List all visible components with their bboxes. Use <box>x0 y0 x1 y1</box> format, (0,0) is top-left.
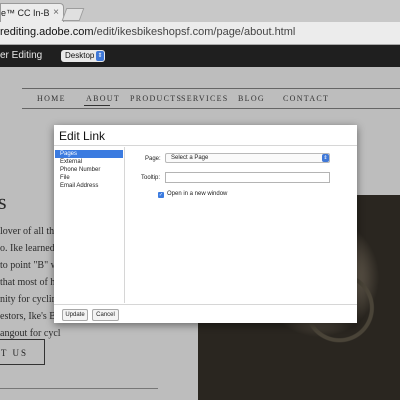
body-line: that most of h <box>0 277 56 288</box>
page-select-value: Select a Page <box>171 155 209 161</box>
section-divider <box>0 388 158 389</box>
nav-bottom-rule <box>22 108 400 109</box>
nav-item-blog[interactable]: BLOG <box>238 94 265 103</box>
cancel-button[interactable]: Cancel <box>92 309 119 321</box>
view-mode-select[interactable]: Desktop ⇕ <box>61 50 105 62</box>
link-type-email[interactable]: Email Address <box>55 182 123 190</box>
body-line: to point "B" w <box>0 260 58 271</box>
section-heading: s <box>0 189 7 214</box>
body-line: nity for cycling <box>0 294 62 305</box>
editor-toolbar: er Editing Desktop ⇕ <box>0 45 400 67</box>
browser-tab-bar: e™ CC In-Br × <box>0 0 400 23</box>
url-host: rediting.adobe.com <box>0 26 94 38</box>
update-button[interactable]: Update <box>62 309 88 321</box>
link-type-pages[interactable]: Pages <box>55 150 123 158</box>
new-window-label: Open in a new window <box>167 191 228 197</box>
editor-title: er Editing <box>0 50 43 61</box>
nav-item-services[interactable]: SERVICES <box>181 94 229 103</box>
body-line: lover of all th <box>0 226 55 237</box>
page-select[interactable]: Select a Page ⇕ <box>165 153 330 163</box>
contact-us-button[interactable]: T US <box>0 339 45 365</box>
select-arrows-icon: ⇕ <box>322 154 329 162</box>
link-type-file[interactable]: File <box>55 174 123 182</box>
link-type-list: Pages External Phone Number File Email A… <box>55 147 125 303</box>
new-window-checkbox[interactable]: ✓ <box>158 192 164 198</box>
nav-top-rule <box>22 88 400 89</box>
url-text[interactable]: rediting.adobe.com/edit/ikesbikeshopsf.c… <box>0 25 295 39</box>
nav-active-underline <box>84 105 110 106</box>
browser-tab-title: e™ CC In-Br <box>1 8 49 18</box>
tooltip-input[interactable] <box>165 172 330 183</box>
dialog-footer-divider <box>54 304 357 305</box>
new-tab-button[interactable] <box>61 8 85 21</box>
page-field-label: Page: <box>145 156 161 162</box>
dialog-header-divider <box>54 145 357 146</box>
browser-tab[interactable]: e™ CC In-Br × <box>0 3 64 23</box>
close-tab-icon[interactable]: × <box>53 4 59 22</box>
nav-item-home[interactable]: HOME <box>37 94 66 103</box>
select-arrows-icon: ⇕ <box>96 51 104 61</box>
view-mode-value: Desktop <box>65 51 95 60</box>
nav-item-about[interactable]: ABOUT <box>86 94 120 103</box>
body-line: o. Ike learned a <box>0 243 62 254</box>
dialog-title: Edit Link <box>59 129 106 143</box>
address-bar[interactable]: rediting.adobe.com/edit/ikesbikeshopsf.c… <box>0 22 400 45</box>
tooltip-field-label: Tooltip: <box>141 175 161 181</box>
nav-item-products[interactable]: PRODUCTS <box>130 94 182 103</box>
body-line: angout for cycl <box>0 328 61 339</box>
nav-item-contact[interactable]: CONTACT <box>283 94 329 103</box>
link-type-external[interactable]: External <box>55 158 123 166</box>
url-path: /edit/ikesbikeshopsf.com/page/about.html <box>93 26 296 38</box>
link-type-phone[interactable]: Phone Number <box>55 166 123 174</box>
